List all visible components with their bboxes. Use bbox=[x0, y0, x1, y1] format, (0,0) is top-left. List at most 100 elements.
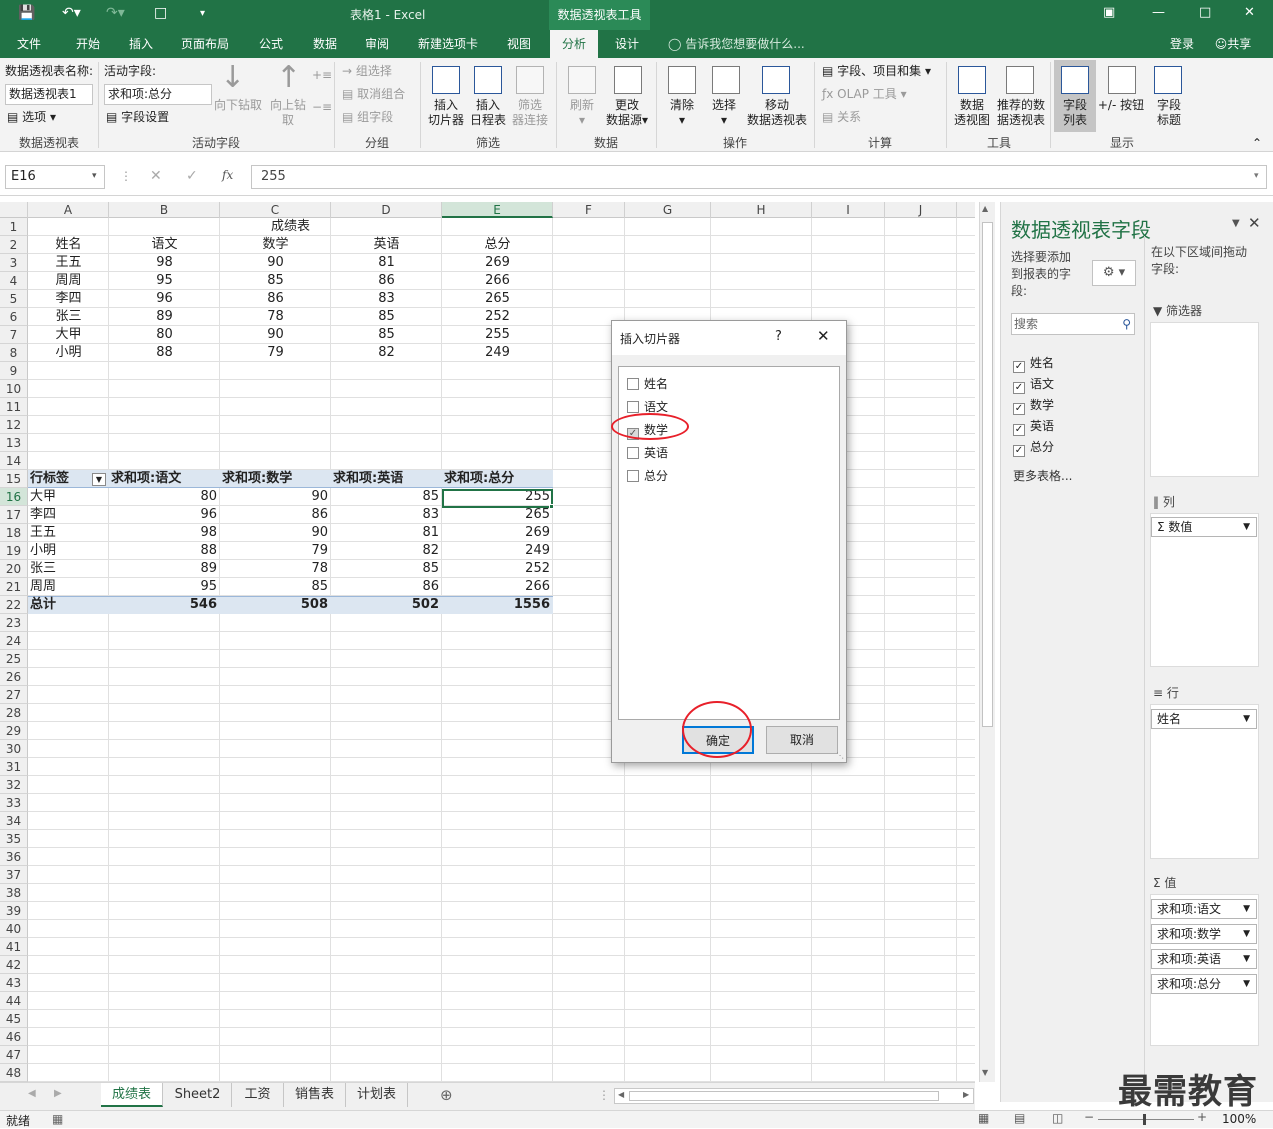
minimize-icon[interactable]: — bbox=[1152, 5, 1165, 20]
ribbon-display-icon[interactable]: ▣ bbox=[1103, 5, 1115, 20]
columns-field-dropdown[interactable]: Σ 数值 ▼ bbox=[1151, 517, 1257, 537]
sheet-tab-sales[interactable]: 销售表 bbox=[284, 1083, 346, 1107]
row-header-41[interactable]: 41 bbox=[0, 938, 28, 956]
pivot-cell[interactable]: 张三 bbox=[28, 560, 109, 578]
horizontal-scrollbar[interactable]: ◀ ▶ bbox=[614, 1088, 974, 1104]
share-button[interactable]: ☺共享 bbox=[1208, 30, 1258, 58]
field-item-name[interactable]: ✓ 姓名 bbox=[1013, 354, 1054, 373]
scroll-up-icon[interactable]: ▲ bbox=[982, 204, 988, 213]
row-header-26[interactable]: 26 bbox=[0, 668, 28, 686]
pivot-cell[interactable]: 90 bbox=[220, 524, 331, 542]
pivot-cell[interactable]: 89 bbox=[109, 560, 220, 578]
table-cell[interactable]: 82 bbox=[331, 344, 442, 362]
drill-up-button[interactable]: 向上钻取 bbox=[268, 98, 308, 128]
redo-icon[interactable]: ↷▾ bbox=[106, 5, 125, 21]
table-cell[interactable]: 85 bbox=[331, 326, 442, 344]
row-header-44[interactable]: 44 bbox=[0, 992, 28, 1010]
values-field-dropdown[interactable]: 求和项:语文 ▼ bbox=[1151, 899, 1257, 919]
table-cell[interactable]: 78 bbox=[220, 308, 331, 326]
row-header-47[interactable]: 47 bbox=[0, 1046, 28, 1064]
row-header-3[interactable]: 3 bbox=[0, 254, 28, 272]
zoom-slider-thumb[interactable] bbox=[1143, 1114, 1146, 1125]
recommended-pivot-button[interactable]: 推荐的数 据透视表 bbox=[994, 98, 1048, 128]
column-header-g[interactable]: G bbox=[625, 202, 711, 218]
row-header-30[interactable]: 30 bbox=[0, 740, 28, 758]
table-cell[interactable]: 85 bbox=[331, 308, 442, 326]
filters-area[interactable] bbox=[1150, 322, 1259, 477]
pivot-cell[interactable]: 249 bbox=[442, 542, 553, 560]
pivot-cell[interactable]: 85 bbox=[220, 578, 331, 596]
row-header-9[interactable]: 9 bbox=[0, 362, 28, 380]
drill-down-button[interactable]: 向下钻取 bbox=[214, 98, 262, 113]
table-cell[interactable]: 98 bbox=[109, 254, 220, 272]
pivot-cell[interactable]: 李四 bbox=[28, 506, 109, 524]
field-item-english[interactable]: ✓ 英语 bbox=[1013, 417, 1054, 436]
next-sheet-icon[interactable]: ▶ bbox=[54, 1088, 62, 1099]
insert-timeline-button[interactable]: 插入 日程表 bbox=[468, 98, 508, 128]
refresh-button[interactable]: 刷新 ▾ bbox=[566, 98, 598, 128]
pivot-total-cell[interactable]: 546 bbox=[109, 596, 220, 614]
table-cell[interactable]: 89 bbox=[109, 308, 220, 326]
row-header-2[interactable]: 2 bbox=[0, 236, 28, 254]
save-icon[interactable]: 💾 bbox=[18, 5, 35, 21]
column-header-a[interactable]: A bbox=[28, 202, 109, 218]
row-header-28[interactable]: 28 bbox=[0, 704, 28, 722]
pivot-cell[interactable]: 85 bbox=[331, 560, 442, 578]
select-button[interactable]: 选择 ▾ bbox=[706, 98, 742, 128]
row-header-31[interactable]: 31 bbox=[0, 758, 28, 776]
row-header-22[interactable]: 22 bbox=[0, 596, 28, 614]
table-cell[interactable]: 88 bbox=[109, 344, 220, 362]
tab-view[interactable]: 视图 bbox=[496, 30, 542, 58]
row-header-45[interactable]: 45 bbox=[0, 1010, 28, 1028]
collapse-field-icon[interactable]: −≡ bbox=[312, 100, 332, 115]
column-header-f[interactable]: F bbox=[553, 202, 625, 218]
pivot-cell[interactable]: 96 bbox=[109, 506, 220, 524]
page-layout-view-icon[interactable]: ▤ bbox=[1014, 1111, 1025, 1125]
tab-insert[interactable]: 插入 bbox=[118, 30, 164, 58]
close-icon[interactable]: ✕ bbox=[1244, 5, 1255, 20]
row-header-20[interactable]: 20 bbox=[0, 560, 28, 578]
row-header-16[interactable]: 16 bbox=[0, 488, 28, 506]
customize-qat-icon[interactable]: ▾ bbox=[200, 8, 205, 19]
row-header-48[interactable]: 48 bbox=[0, 1064, 28, 1082]
plus-minus-button[interactable]: +/- 按钮 bbox=[1096, 98, 1146, 113]
column-header-c[interactable]: C bbox=[220, 202, 331, 218]
table-cell[interactable]: 255 bbox=[442, 326, 553, 344]
pivot-cell[interactable]: 86 bbox=[220, 506, 331, 524]
more-tables-link[interactable]: 更多表格... bbox=[1013, 467, 1072, 484]
row-header-35[interactable]: 35 bbox=[0, 830, 28, 848]
table-cell[interactable]: 83 bbox=[331, 290, 442, 308]
row-header-42[interactable]: 42 bbox=[0, 956, 28, 974]
name-box[interactable]: E16 bbox=[5, 165, 105, 189]
table-cell[interactable]: 90 bbox=[220, 254, 331, 272]
tab-formulas[interactable]: 公式 bbox=[248, 30, 294, 58]
field-item-total[interactable]: ✓ 总分 bbox=[1013, 438, 1054, 457]
formula-input[interactable]: 255 bbox=[251, 165, 1267, 189]
vertical-scrollbar[interactable]: ▲ ▼ bbox=[979, 202, 995, 1082]
pivot-header-cell[interactable]: 求和项:语文 bbox=[109, 470, 220, 488]
rows-field-dropdown[interactable]: 姓名 ▼ bbox=[1151, 709, 1257, 729]
group-selection-button[interactable]: → 组选择 bbox=[342, 64, 392, 79]
row-header-18[interactable]: 18 bbox=[0, 524, 28, 542]
row-header-23[interactable]: 23 bbox=[0, 614, 28, 632]
pivot-cell[interactable]: 周周 bbox=[28, 578, 109, 596]
slicer-option-total[interactable]: 总分 bbox=[627, 467, 668, 484]
cancel-button[interactable]: 取消 bbox=[766, 726, 838, 754]
scroll-down-icon[interactable]: ▼ bbox=[982, 1068, 988, 1077]
filter-connections-button[interactable]: 筛选 器连接 bbox=[510, 98, 550, 128]
row-header-21[interactable]: 21 bbox=[0, 578, 28, 596]
pivot-total-cell[interactable]: 1556 bbox=[442, 596, 553, 614]
column-header-e[interactable]: E bbox=[442, 202, 553, 218]
table-cell[interactable]: 96 bbox=[109, 290, 220, 308]
tab-design[interactable]: 设计 bbox=[604, 30, 650, 58]
row-header-24[interactable]: 24 bbox=[0, 632, 28, 650]
sheet-tab-sheet2[interactable]: Sheet2 bbox=[164, 1083, 232, 1107]
new-file-icon[interactable]: □ bbox=[154, 5, 167, 21]
pivot-header-cell[interactable]: 求和项:总分 bbox=[442, 470, 553, 488]
row-header-38[interactable]: 38 bbox=[0, 884, 28, 902]
zoom-out-icon[interactable]: − bbox=[1084, 1110, 1094, 1124]
field-list-button[interactable]: 字段 列表 bbox=[1055, 98, 1095, 128]
table-cell[interactable]: 81 bbox=[331, 254, 442, 272]
pivot-cell[interactable]: 95 bbox=[109, 578, 220, 596]
pivot-cell[interactable]: 王五 bbox=[28, 524, 109, 542]
